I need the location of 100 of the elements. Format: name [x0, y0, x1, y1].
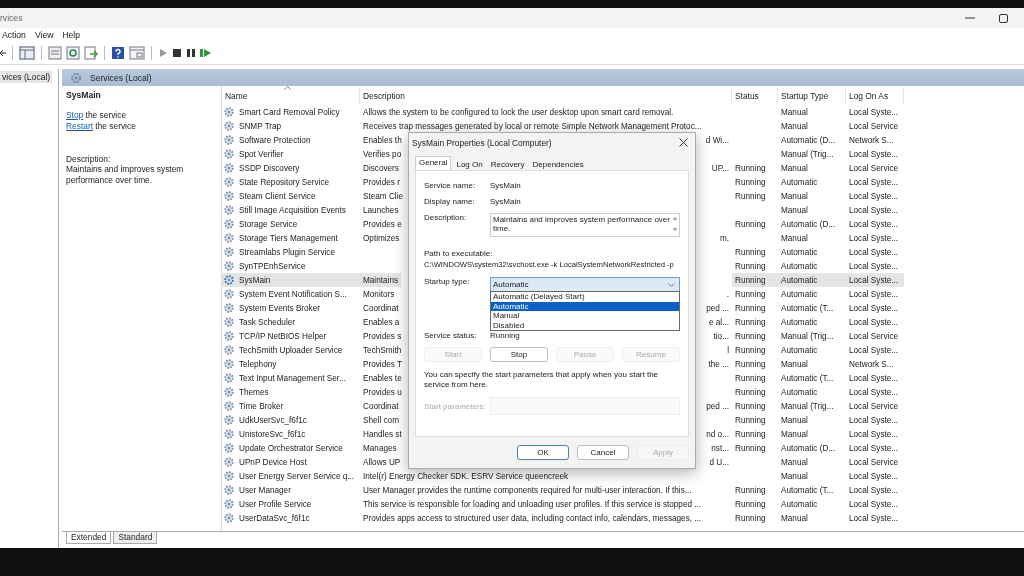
service-name[interactable]: Telephony — [236, 357, 360, 371]
service-name[interactable]: SysMain — [236, 273, 360, 287]
refresh-icon[interactable] — [66, 46, 80, 60]
dropdown-option[interactable]: Automatic — [491, 301, 679, 312]
service-name[interactable]: Task Scheduler — [236, 315, 360, 329]
dialog-tab[interactable]: Dependencies — [529, 159, 587, 171]
service-name[interactable]: System Event Notification S... — [236, 287, 360, 301]
dialog-tab[interactable]: Log On — [453, 159, 486, 171]
gear-icon — [222, 441, 236, 455]
column-header[interactable]: Log On As — [846, 88, 904, 104]
service-name[interactable]: User Manager — [236, 483, 360, 497]
service-description: Provides u — [362, 386, 403, 399]
service-status: Running — [734, 344, 767, 357]
log-on-as: Local Syste... — [848, 512, 900, 525]
service-status: Running — [734, 288, 767, 301]
column-header[interactable]: Startup Type — [778, 88, 846, 104]
properties-icon[interactable] — [48, 46, 62, 60]
gear-icon — [222, 357, 236, 371]
maximize-icon[interactable] — [999, 13, 1008, 23]
service-name[interactable]: UPnP Device Host — [236, 455, 360, 469]
service-name[interactable]: TCP/IP NetBIOS Helper — [236, 329, 360, 343]
dialog-button[interactable]: Cancel — [577, 445, 629, 460]
service-name[interactable]: Software Protection — [236, 133, 360, 147]
service-description: Maintains — [360, 273, 402, 287]
startup-type: Automatic (D... — [780, 442, 837, 455]
dialog-tab[interactable]: General — [415, 156, 452, 171]
service-name[interactable]: System Events Broker — [236, 301, 360, 315]
close-icon[interactable] — [679, 138, 688, 148]
service-name[interactable]: Text Input Management Ser... — [236, 371, 360, 385]
chevron-down-icon — [668, 282, 675, 287]
service-name[interactable]: Storage Tiers Management — [236, 231, 360, 245]
service-description: Handles st — [362, 428, 403, 441]
service-name[interactable]: SSDP Discovery — [236, 161, 360, 175]
service-name[interactable]: UdkUserSvc_f6f1c — [236, 413, 360, 427]
help-icon[interactable] — [111, 46, 125, 60]
scroll-arrows-icon[interactable] — [671, 215, 677, 234]
action-link[interactable]: Stop — [66, 110, 84, 120]
log-on-as: Local Syste... — [848, 218, 900, 231]
dialog-tab[interactable]: Recovery — [487, 159, 528, 171]
action-link[interactable]: Restart — [66, 121, 93, 131]
gear-icon — [222, 287, 236, 301]
service-name[interactable]: Smart Card Removal Policy — [236, 105, 360, 119]
restart-icon[interactable] — [200, 47, 212, 59]
service-name[interactable]: Update Orchestrator Service — [236, 441, 360, 455]
service-name[interactable]: Themes — [236, 385, 360, 399]
pause-icon[interactable] — [186, 47, 196, 59]
field-label: Description: — [424, 213, 468, 223]
startup-type: Manual — [780, 456, 809, 469]
service-name[interactable]: Still Image Acquisition Events — [236, 203, 360, 217]
column-header[interactable]: Name — [222, 88, 360, 104]
description-text: Maintains and improves system performance over time. — [66, 164, 185, 186]
menu-item[interactable]: Action — [2, 30, 26, 40]
service-name[interactable]: User Profile Service — [236, 497, 360, 511]
dropdown-option[interactable]: Disabled — [491, 320, 679, 331]
export-icon[interactable] — [84, 46, 98, 60]
service-description: e al... — [707, 316, 730, 329]
dropdown-option[interactable]: Manual — [491, 311, 679, 321]
service-name[interactable]: Time Broker — [236, 399, 360, 413]
startup-type: Manual — [780, 470, 809, 483]
column-header[interactable]: Status — [732, 88, 778, 104]
service-name[interactable]: UnistoreSvc_f6f1c — [236, 427, 360, 441]
view-tab[interactable]: Extended — [66, 532, 112, 544]
service-name[interactable]: Storage Service — [236, 217, 360, 231]
startup-type: Automatic — [780, 386, 819, 399]
service-name[interactable]: SNMP Trap — [236, 119, 360, 133]
console-tree-icon[interactable] — [19, 46, 35, 60]
service-name[interactable]: TechSmith Uploader Service — [236, 343, 360, 357]
service-name[interactable]: State Repository Service — [236, 175, 360, 189]
service-name[interactable]: SynTPEnhService — [236, 259, 360, 273]
service-description: UP... — [710, 162, 730, 175]
description-box[interactable]: Maintains and improves system performance over time. — [490, 213, 680, 238]
service-status: Running — [734, 190, 767, 203]
note-text: You can specify the start parameters that apply when you start the service from here. — [424, 370, 660, 391]
service-name[interactable]: Streamlabs Plugin Service — [236, 245, 360, 259]
back-arrow-icon[interactable] — [0, 47, 6, 59]
service-description: Steam Clie — [362, 190, 405, 203]
column-header[interactable]: Description — [360, 88, 732, 104]
service-name[interactable]: Steam Client Service — [236, 189, 360, 203]
service-name[interactable]: Spot Verifier — [236, 147, 360, 161]
service-description: the ... — [707, 358, 730, 371]
log-on-as: Local Syste... — [848, 316, 900, 329]
menu-item[interactable]: View — [34, 30, 54, 40]
gear-icon — [222, 329, 236, 343]
service-button[interactable]: Stop — [490, 347, 548, 363]
service-status: Running — [734, 162, 767, 175]
dropdown-option[interactable]: Automatic (Delayed Start) — [491, 292, 679, 302]
field-value: Running — [490, 330, 520, 340]
gear-icon — [222, 511, 236, 525]
service-description: Provides r — [362, 176, 401, 189]
service-name[interactable]: User Energy Server Service q... — [236, 469, 360, 483]
tree-item[interactable]: vices (Local) — [0, 71, 53, 83]
stop-icon[interactable] — [172, 47, 182, 59]
view-tab[interactable]: Standard — [113, 532, 158, 544]
menu-item[interactable]: Help — [62, 30, 81, 40]
log-on-as: Local Syste... — [848, 232, 900, 245]
dialog-button[interactable]: OK — [517, 445, 569, 460]
startup-type: Manual — [780, 120, 809, 133]
gear-icon — [222, 469, 236, 483]
startup-type: Automatic — [780, 498, 819, 511]
service-name[interactable]: UserDataSvc_f6f1c — [236, 511, 360, 525]
